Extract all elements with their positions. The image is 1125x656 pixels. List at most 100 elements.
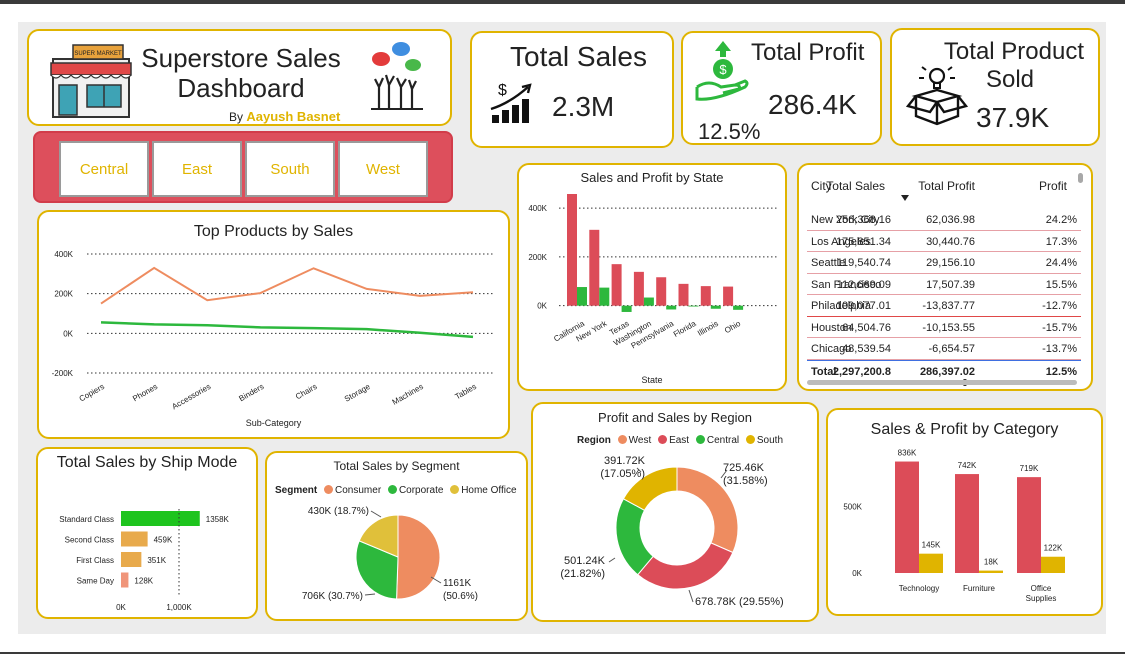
data-label: 1358K	[206, 515, 230, 524]
sales-growth-icon: $	[490, 82, 532, 123]
header-card: SUPER MARKET Superstore Sales Dashboard …	[27, 29, 452, 126]
byline: By Aayush Basnet	[229, 109, 340, 124]
ship-mode-bar-chart: Standard Class 1358K Second Class 459K First…	[59, 509, 230, 612]
y-tick-label: 400K	[528, 204, 547, 213]
y-tick-label: 200K	[528, 253, 547, 262]
data-label: (31.58%)	[723, 475, 768, 487]
bar-profit	[599, 287, 610, 306]
dashboard-root: SUPER MARKET Superstore Sales Dashboard …	[0, 0, 1125, 656]
x-tick-label: Office	[1031, 584, 1052, 593]
leader-line	[364, 593, 376, 596]
city-table-card: City Total Sales Total Profit Profit New…	[797, 163, 1093, 391]
y-tick-label: Second Class	[65, 536, 114, 545]
x-tick-label: Machines	[391, 382, 425, 407]
slicer-east-button[interactable]: East	[152, 141, 242, 197]
col-header-total-profit[interactable]: Total Profit	[918, 179, 975, 193]
data-label: 678.78K (29.55%)	[695, 596, 784, 608]
cell-profit-pct: 24.2%	[1045, 214, 1077, 226]
bar-profit	[919, 553, 943, 573]
col-header-profit[interactable]: Profit	[1039, 179, 1067, 193]
table-row[interactable]: Houston 64,504.76 -10,153.55 -15.7%	[807, 317, 1081, 338]
data-label: 351K	[147, 556, 166, 565]
bar-sales	[656, 277, 667, 306]
data-label: (50.6%)	[443, 591, 478, 602]
data-label: 706K (30.7%)	[302, 591, 363, 602]
x-tick-label: Supplies	[1026, 594, 1057, 603]
leader-line	[688, 589, 694, 603]
table-row[interactable]: Philadelphia 109,077.01 -13,837.77 -12.7%	[807, 295, 1081, 317]
ship-mode-card: Total Sales by Ship Mode Standard Class 1…	[36, 447, 258, 619]
x-tick-label: Illinois	[696, 319, 720, 338]
bar-ship-mode	[121, 552, 142, 567]
table-row[interactable]: Seattle 119,540.74 29,156.10 24.4%	[807, 252, 1081, 274]
data-label: 719K	[1020, 464, 1039, 473]
bottom-border	[0, 652, 1125, 654]
cell-profit-pct: -15.7%	[1042, 321, 1077, 334]
cell-total-profit: 30,440.76	[926, 235, 975, 248]
col-header-total-sales[interactable]: Total Sales	[826, 179, 885, 193]
data-label: 742K	[958, 461, 977, 470]
kpi-total-product-card: Total Product Sold 37.9K	[890, 28, 1100, 146]
kpi-total-profit-title: Total Profit	[751, 39, 865, 66]
data-label: 391.72K	[604, 455, 646, 467]
slicer-central-button[interactable]: Central	[59, 141, 149, 197]
dashboard-title-line2: Dashboard	[177, 73, 305, 103]
cell-total-sales: 48,539.54	[842, 343, 891, 355]
bar-sales	[723, 286, 734, 306]
table-row[interactable]: New York City 256,368.16 62,036.98 24.2%	[807, 209, 1081, 231]
bar-ship-mode	[121, 511, 200, 526]
y-tick-label: First Class	[76, 556, 114, 565]
segment-card: Total Sales by Segment Segment Consumer …	[265, 451, 528, 621]
table-vertical-scrollbar[interactable]	[1078, 173, 1083, 183]
cell-total-profit: 17,507.39	[926, 278, 975, 291]
cell-total-profit: 29,156.10	[926, 257, 975, 269]
cell-profit-pct: 17.3%	[1045, 235, 1077, 248]
bar-profit	[979, 570, 1003, 573]
cell-total-sales: 109,077.01	[835, 300, 891, 312]
data-label: (17.05%)	[600, 468, 645, 480]
bar-sales	[1017, 477, 1041, 573]
kpi-total-sales-card: Total Sales $ 2.3M	[470, 31, 674, 148]
table-row[interactable]: San Francisco 112,669.09 17,507.39 15.5%	[807, 274, 1081, 295]
bar-profit	[621, 305, 632, 312]
author-name: Aayush Basnet	[246, 109, 341, 124]
bar-sales	[589, 229, 600, 306]
table-horizontal-scrollbar[interactable]	[807, 380, 1077, 385]
table-row[interactable]: Chicago 48,539.54 -6,654.57 -13.7%	[807, 338, 1081, 360]
cell-total-profit: 62,036.98	[926, 214, 975, 226]
data-label: 18K	[984, 558, 999, 567]
slicer-west-button[interactable]: West	[338, 141, 428, 197]
pie-slice	[396, 514, 441, 600]
idea-box-icon	[906, 66, 968, 126]
svg-text:$: $	[719, 62, 727, 77]
bar-profit	[733, 305, 744, 310]
bar-profit	[710, 305, 721, 309]
x-tick-label: Florida	[672, 319, 698, 339]
x-tick-label: Tables	[453, 382, 478, 401]
donut-slice	[637, 542, 734, 590]
cell-profit-pct: -13.7%	[1042, 343, 1077, 355]
kpi-total-sales-value: 2.3M	[552, 91, 615, 122]
data-label: 725.46K	[723, 462, 765, 474]
y-tick-label: 0K	[852, 569, 862, 578]
x-tick-label: Chairs	[294, 382, 319, 401]
category-card: Sales & Profit by Category 500K 0K 836K 145…	[826, 408, 1103, 616]
state-bar-chart: 400K200K0KCaliforniaNew York TexasWashing…	[528, 194, 779, 351]
y-tick-label: -200K	[52, 369, 74, 378]
kpi-total-profit-card: Total Profit $ 286.4K 12.5%	[681, 31, 882, 145]
bar-ship-mode	[121, 531, 148, 547]
x-tick-label: Phones	[131, 382, 159, 403]
supermarket-store-icon: SUPER MARKET	[50, 44, 132, 118]
bar-sales	[955, 474, 979, 573]
table-row[interactable]: Los Angeles 175,851.34 30,440.76 17.3%	[807, 231, 1081, 252]
cell-total-sales: 256,368.16	[835, 214, 891, 226]
data-label: 459K	[154, 536, 173, 545]
cell-total-sales: 112,669.09	[836, 278, 891, 291]
x-tick-label: Copiers	[78, 382, 106, 404]
raised-hands-chat-icon	[371, 42, 423, 110]
sort-desc-icon	[901, 195, 909, 201]
kpi-profit-margin: 12.5%	[698, 119, 761, 144]
bar-profit	[666, 305, 677, 310]
top-products-card: Top Products by Sales 400K 200K 0K -200K Cop…	[37, 210, 510, 439]
slicer-south-button[interactable]: South	[245, 141, 335, 197]
